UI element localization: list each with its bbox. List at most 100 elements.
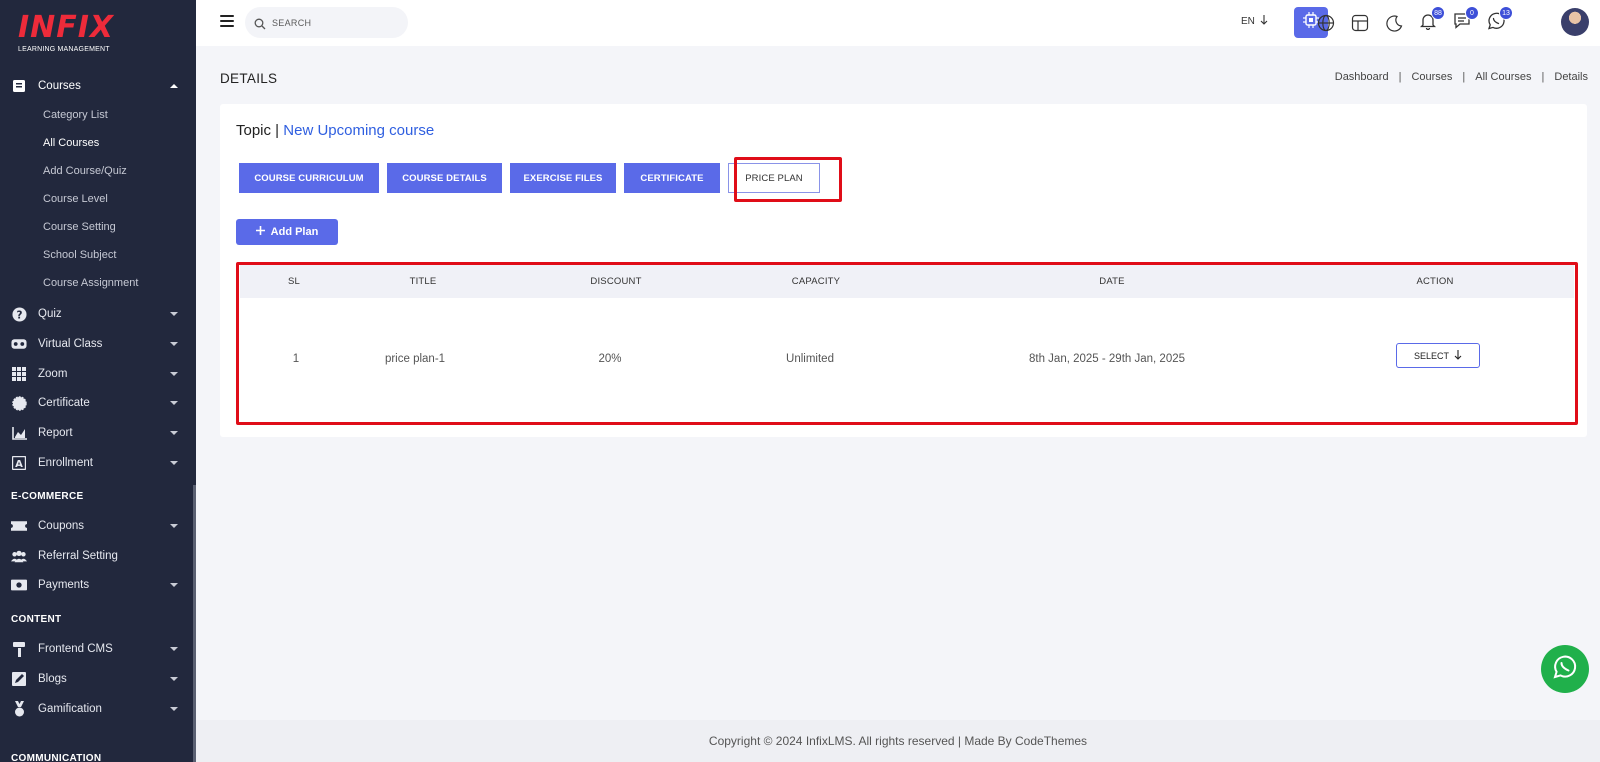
cell-discount: 20%	[598, 353, 622, 365]
sidebar-item-payments[interactable]: Payments	[0, 571, 196, 599]
sidebar-item-virtual-class[interactable]: Virtual Class	[0, 330, 196, 358]
select-action-button[interactable]: SELECT	[1396, 343, 1480, 368]
breadcrumb-dashboard[interactable]: Dashboard	[1335, 71, 1389, 83]
caret-down-icon	[170, 677, 178, 681]
column-header-date: DATE	[1099, 276, 1125, 287]
search-box[interactable]	[245, 7, 408, 38]
section-content: CONTENT	[11, 614, 62, 625]
whatsapp-top-button[interactable]: 13	[1485, 6, 1513, 34]
caret-down-icon	[170, 707, 178, 711]
logo-text: INFIX	[18, 10, 115, 45]
submenu-category-list[interactable]: Category List	[43, 109, 108, 121]
course-details-card: Topic | New Upcoming course COURSE CURRI…	[220, 104, 1587, 437]
cell-capacity: Unlimited	[786, 353, 834, 365]
sidebar-item-label: Referral Setting	[38, 550, 118, 562]
breadcrumb-separator: |	[1462, 71, 1466, 83]
medal-icon	[11, 701, 27, 717]
breadcrumb: Dashboard | Courses | All Courses | Deta…	[1335, 71, 1588, 83]
column-header-sl: SL	[287, 276, 301, 287]
notification-count-badge: 88	[1431, 6, 1445, 20]
edit-icon	[11, 671, 27, 687]
column-header-capacity: CAPACITY	[791, 276, 841, 287]
search-icon	[254, 17, 266, 29]
whatsapp-count-badge: 13	[1499, 6, 1513, 20]
question-circle-icon: ?	[11, 306, 27, 322]
course-name: New Upcoming course	[283, 122, 435, 139]
column-header-title: TITLE	[409, 276, 437, 287]
sidebar-item-quiz[interactable]: ? Quiz	[0, 300, 196, 328]
paint-roller-icon	[11, 641, 27, 657]
logo-subtitle: LEARNING MANAGEMENT	[18, 46, 110, 53]
sidebar-item-label: Frontend CMS	[38, 643, 113, 655]
certificate-icon	[11, 395, 27, 411]
submenu-school-subject[interactable]: School Subject	[43, 249, 116, 261]
select-label: SELECT	[1413, 350, 1449, 361]
submenu-all-courses[interactable]: All Courses	[43, 137, 99, 149]
sidebar-item-courses[interactable]: Courses	[0, 72, 196, 100]
breadcrumb-details: Details	[1554, 71, 1588, 83]
moon-icon[interactable]	[1383, 12, 1405, 34]
breadcrumb-all-courses[interactable]: All Courses	[1475, 71, 1531, 83]
submenu-add-course-quiz[interactable]: Add Course/Quiz	[43, 165, 127, 177]
sidebar-item-report[interactable]: Report	[0, 419, 196, 447]
grid-icon	[11, 366, 27, 382]
notification-bell-button[interactable]: 88	[1417, 6, 1445, 34]
plus-icon	[255, 226, 265, 238]
caret-down-icon	[170, 342, 178, 346]
caret-down-icon	[170, 583, 178, 587]
sidebar: INFIX LEARNING MANAGEMENT Courses Catego…	[0, 0, 196, 762]
breadcrumb-separator: |	[1541, 71, 1545, 83]
logo[interactable]: INFIX LEARNING MANAGEMENT	[18, 12, 128, 56]
sidebar-item-label: Courses	[38, 80, 81, 92]
sidebar-item-coupons[interactable]: Coupons	[0, 512, 196, 540]
globe-icon[interactable]	[1315, 12, 1337, 34]
sidebar-item-enrollment[interactable]: A Enrollment	[0, 449, 196, 477]
sidebar-item-certificate[interactable]: Certificate	[0, 389, 196, 417]
submenu-course-level[interactable]: Course Level	[43, 193, 108, 205]
submenu-course-assignment[interactable]: Course Assignment	[43, 277, 138, 289]
page-title: DETAILS	[220, 71, 278, 86]
caret-down-icon	[170, 524, 178, 528]
sidebar-item-zoom[interactable]: Zoom	[0, 360, 196, 388]
breadcrumb-courses[interactable]: Courses	[1411, 71, 1452, 83]
sidebar-item-frontend-cms[interactable]: Frontend CMS	[0, 635, 196, 663]
ticket-icon	[11, 518, 27, 534]
arrow-down-icon	[1260, 15, 1268, 28]
whatsapp-icon	[1552, 654, 1578, 685]
footer: Copyright © 2024 InfixLMS. All rights re…	[196, 720, 1600, 762]
price-plan-table: SL TITLE DISCOUNT CAPACITY DATE ACTION 1…	[240, 264, 1574, 421]
sidebar-item-label: Certificate	[38, 397, 90, 409]
whatsapp-floating-button[interactable]	[1541, 645, 1589, 693]
tab-exercise-files[interactable]: EXERCISE FILES	[510, 163, 616, 193]
search-input[interactable]	[272, 17, 392, 28]
sidebar-item-blogs[interactable]: Blogs	[0, 665, 196, 693]
topic-prefix: Topic |	[236, 122, 280, 139]
sidebar-item-label: Report	[38, 427, 73, 439]
sidebar-item-label: Enrollment	[38, 457, 93, 469]
messages-button[interactable]: 0	[1451, 6, 1479, 34]
table-header: SL TITLE DISCOUNT CAPACITY DATE ACTION	[240, 264, 1574, 298]
sidebar-item-referral-setting[interactable]: Referral Setting	[0, 542, 196, 570]
caret-down-icon	[170, 401, 178, 405]
book-icon	[11, 78, 27, 94]
hamburger-menu-icon[interactable]	[220, 15, 234, 27]
avatar[interactable]	[1561, 8, 1589, 36]
enrollment-icon: A	[11, 455, 27, 471]
cell-sl: 1	[292, 353, 300, 365]
tab-course-curriculum[interactable]: COURSE CURRICULUM	[239, 163, 379, 193]
submenu-course-setting[interactable]: Course Setting	[43, 221, 116, 233]
sidebar-item-label: Payments	[38, 579, 90, 591]
language-label: EN	[1241, 16, 1255, 27]
language-selector[interactable]: EN	[1241, 15, 1268, 28]
tab-certificate[interactable]: CERTIFICATE	[624, 163, 720, 193]
tab-price-plan[interactable]: PRICE PLAN	[728, 163, 820, 193]
sidebar-item-label: Quiz	[38, 308, 62, 320]
sidebar-item-gamification[interactable]: Gamification	[0, 695, 196, 723]
section-communication: COMMUNICATION	[11, 753, 102, 762]
arrow-down-icon	[1454, 349, 1462, 362]
svg-text:?: ?	[16, 309, 22, 321]
sidebar-item-label: Coupons	[38, 520, 85, 532]
add-plan-button[interactable]: Add Plan	[236, 219, 338, 245]
layout-icon[interactable]	[1349, 12, 1371, 34]
tab-course-details[interactable]: COURSE DETAILS	[387, 163, 502, 193]
